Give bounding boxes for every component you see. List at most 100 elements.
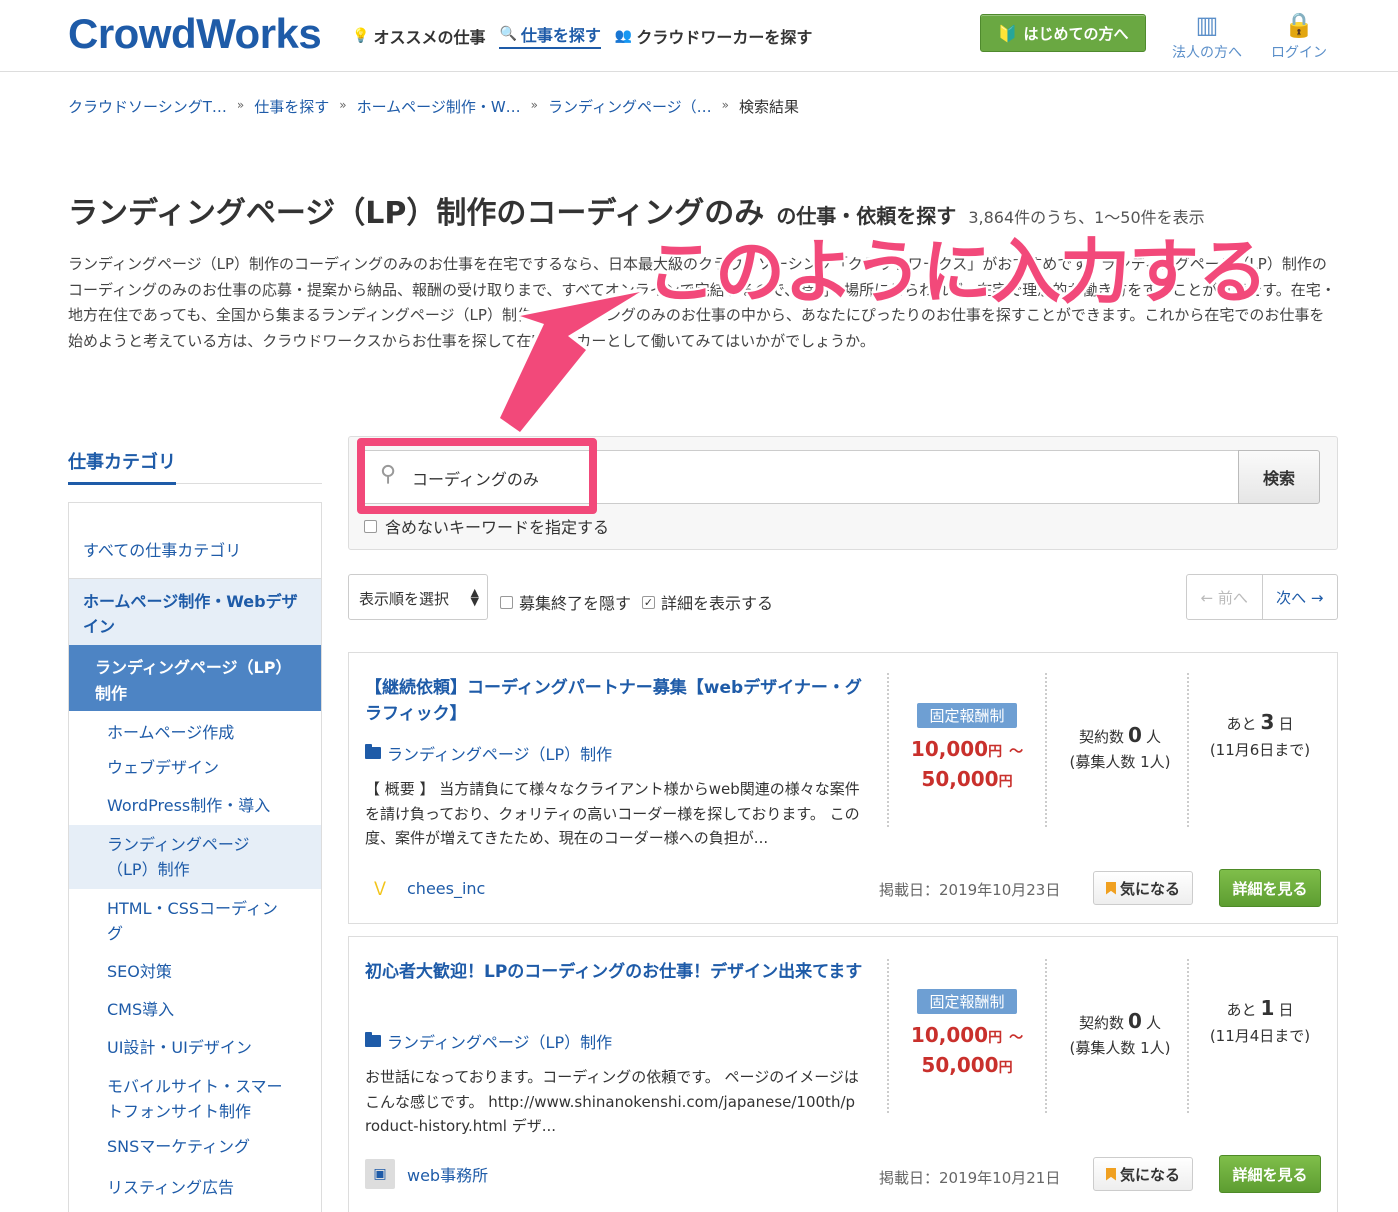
contract-label: 契約数 [1079,728,1125,746]
folder-icon [365,744,381,759]
next-page-button[interactable]: 次へ → [1263,575,1338,619]
search-icon: 🔍 [499,26,517,42]
day-unit: 日 [1278,715,1294,733]
nav-find-workers-label: クラウドワーカーを探す [636,27,813,47]
annotation-text: このように入力する [646,231,1268,313]
job-title[interactable]: 初心者大歓迎！LPのコーディングのお仕事！デザイン出来てます [365,959,875,985]
prev-page-button[interactable]: ← 前へ [1187,575,1263,619]
job-category[interactable]: ランディングページ（LP）制作 [365,741,612,765]
deadline-column: あと 1 日 (11月4日まで) [1197,995,1323,1049]
recruit-count: (募集人数 1人) [1069,753,1171,771]
deadline-date: (11月4日まで) [1209,1027,1311,1045]
beginner-leaf-icon: 🔰 [997,23,1018,43]
price-range: 10,000円 〜 50,000円 [889,736,1045,796]
job-card: 【継続依頼】コーディングパートナー募集【webデザイナー・グラフィック】 ランデ… [348,652,1338,924]
price-max: 50,000 [921,1053,999,1077]
annotation-highlight-box [357,438,597,514]
contract-unit: 人 [1145,728,1161,746]
job-description: お世話になっております。コーディングの依頼です。 ページのイメージはこんな感じで… [365,1068,859,1135]
job-description: 【 概要 】 当方請負にて様々なクライアント様からweb関連の様々な案件を請け負… [365,780,860,847]
contract-column: 契約数 0 人 (募集人数 1人) [1055,723,1185,775]
site-header: CrowdWorks 💡 オススメの仕事 🔍 仕事を探す 👥 クラウドワーカーを… [0,0,1398,72]
contract-column: 契約数 0 人 (募集人数 1人) [1055,1009,1185,1061]
breadcrumb-separator: » [721,98,730,112]
bookmark-icon [1105,881,1116,895]
exclude-keyword-toggle[interactable]: 含めないキーワードを指定する [364,514,609,538]
breadcrumb-item[interactable]: ランディングページ（… [548,96,712,117]
nav-find-jobs[interactable]: 🔍 仕事を探す [499,22,601,49]
days-left-label: あと [1226,715,1257,733]
sidebar-item-sns[interactable]: SNSマーケティング [69,1131,321,1169]
search-button[interactable]: 検索 [1238,450,1320,504]
view-details-button[interactable]: 詳細を見る [1219,1155,1321,1193]
first-time-button[interactable]: 🔰 はじめての方へ [980,14,1146,52]
tilde: 〜 [1009,1030,1024,1046]
sidebar-item-seo[interactable]: SEO対策 [69,953,321,991]
favorite-button[interactable]: 気になる [1093,871,1193,905]
nav-find-workers[interactable]: 👥 クラウドワーカーを探す [615,22,812,49]
breadcrumb-item[interactable]: ホームページ制作・W… [357,96,521,117]
breadcrumb-item[interactable]: クラウドソーシングT… [68,96,227,117]
show-details-option[interactable]: ✓ 詳細を表示する [642,590,773,614]
corporate-label: 法人の方へ [1172,45,1242,61]
sidebar-item-listing[interactable]: リスティング広告 [69,1169,321,1207]
client-name: web事務所 [407,1166,489,1185]
login-label: ログイン [1271,45,1327,61]
sidebar-item-current[interactable]: ランディングページ（LP）制作 [69,645,321,711]
sidebar-item-ui[interactable]: UI設計・UIデザイン [69,1029,321,1067]
client-name: chees_inc [407,878,486,898]
sidebar-item-mobile[interactable]: モバイルサイト・スマートフォンサイト制作 [69,1067,321,1131]
recruit-count: (募集人数 1人) [1069,1039,1171,1057]
days-left: 1 [1260,996,1275,1020]
favorite-button[interactable]: 気になる [1093,1157,1193,1191]
job-category-label: ランディングページ（LP）制作 [387,745,613,764]
breadcrumb-item[interactable]: 仕事を探す [254,96,329,117]
sort-select[interactable]: 表示順を選択 ▲ ▼ [348,574,488,620]
nav-recommended[interactable]: 💡 オススメの仕事 [352,22,485,49]
hide-closed-checkbox[interactable] [500,595,513,609]
contract-unit: 人 [1145,1014,1161,1032]
price-max: 50,000 [921,767,999,791]
days-left-label: あと [1226,1001,1257,1019]
hide-closed-option[interactable]: 募集終了を隠す [500,590,631,614]
corporate-link[interactable]: ▥ 法人の方へ [1166,8,1248,62]
sidebar-item-homepage[interactable]: ホームページ作成 [69,711,321,749]
job-title[interactable]: 【継続依頼】コーディングパートナー募集【webデザイナー・グラフィック】 [365,675,865,727]
sidebar-item-lp[interactable]: ランディングページ（LP）制作 [69,825,321,889]
logo[interactable]: CrowdWorks [68,10,322,58]
sidebar-item-html-css[interactable]: HTML・CSSコーディング [69,889,321,953]
breadcrumb-current: 検索結果 [739,98,800,116]
sidebar-item-webdesign[interactable]: ウェブデザイン [69,749,321,787]
price-column: 固定報酬制 10,000円 〜 50,000円 [889,989,1045,1082]
hide-closed-label: 募集終了を隠す [519,594,632,613]
sidebar-item-parent[interactable]: ホームページ制作・Webデザイン [69,579,321,645]
exclude-checkbox[interactable] [364,519,377,533]
show-details-checkbox[interactable]: ✓ [642,595,655,609]
pagination: ← 前へ 次へ → [1186,574,1338,620]
sidebar-item-cms[interactable]: CMS導入 [69,991,321,1029]
column-divider [1045,673,1047,827]
favorite-label: 気になる [1119,1165,1180,1184]
sidebar-item-wordpress[interactable]: WordPress制作・導入 [69,787,321,825]
nav-find-jobs-label: 仕事を探す [520,26,601,45]
client[interactable]: Ｖ chees_inc [365,873,485,903]
job-category[interactable]: ランディングページ（LP）制作 [365,1029,612,1053]
tilde: 〜 [1009,744,1024,760]
building-icon: ▥ [1195,11,1219,39]
exclude-label: 含めないキーワードを指定する [385,518,610,537]
payment-type-badge: 固定報酬制 [917,703,1017,728]
column-divider [1045,959,1047,1113]
view-details-button[interactable]: 詳細を見る [1219,869,1321,907]
folder-icon [365,1032,381,1047]
lock-icon: 🔒 [1284,11,1314,39]
favorite-label: 気になる [1119,879,1180,898]
yen-unit: 円 [998,1060,1013,1076]
deadline-date: (11月6日まで) [1209,741,1311,759]
nav-recommended-label: オススメの仕事 [373,27,486,47]
login-link[interactable]: 🔒 ログイン [1264,8,1334,62]
sidebar-heading: 仕事カテゴリ [68,448,322,485]
users-icon: 👥 [614,27,633,44]
sidebar-item-all[interactable]: すべての仕事カテゴリ [69,503,321,579]
yen-unit: 円 [988,744,1003,760]
client[interactable]: ▣ web事務所 [365,1159,488,1189]
